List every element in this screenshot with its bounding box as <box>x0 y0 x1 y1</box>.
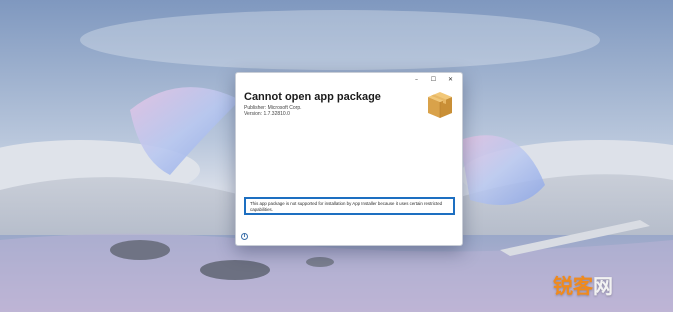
watermark-part-2: 网 <box>593 274 613 298</box>
watermark-part-1: 锐客 <box>553 274 593 298</box>
package-box-icon <box>426 88 454 120</box>
error-message-box: This app package is not supported for in… <box>244 197 455 215</box>
app-installer-dialog: – ☐ ✕ Cannot open app package Publisher:… <box>235 72 463 246</box>
site-watermark: 锐客网 <box>553 270 613 299</box>
close-button[interactable]: ✕ <box>442 75 459 85</box>
minimize-button[interactable]: – <box>408 75 425 85</box>
window-caption-controls: – ☐ ✕ <box>408 75 459 85</box>
info-icon[interactable]: i <box>241 233 248 240</box>
maximize-button[interactable]: ☐ <box>425 75 442 85</box>
dialog-title: Cannot open app package <box>244 91 381 103</box>
version-label: Version: 1.7.32810.0 <box>244 111 290 117</box>
